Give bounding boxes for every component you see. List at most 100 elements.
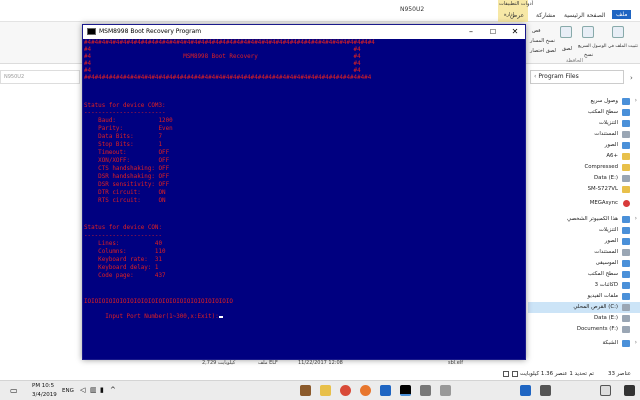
app-icon-generic[interactable] [420,385,431,396]
app-icon-explorer[interactable] [320,385,331,396]
taskbar: PM 10:5 3/4/2019 ▭ ENG ◁ ▥ ▮ ^ [0,380,640,400]
pin-quick-access-button[interactable]: تثبيت الملف في الوصول السريع [578,44,638,49]
app-icon-mail[interactable] [540,385,551,396]
copy-button[interactable]: نسخ [584,52,593,58]
network-tray-icon[interactable]: ▥ [90,386,97,394]
nav-item-a6plus[interactable]: A6+ [528,151,640,162]
context-tab-label: أدوات التطبيقات [499,1,534,7]
task-view-icon[interactable] [600,385,611,396]
tab-file[interactable]: ملف [612,10,632,19]
notification-icon[interactable]: ▭ [10,386,18,395]
nav-item-sm-s727vl[interactable]: SM-S727VL [528,184,640,195]
language-indicator[interactable]: ENG [62,388,74,394]
nav-item-compressed[interactable]: Compressed [528,162,640,173]
drive-icon [622,326,630,333]
battery-icon[interactable]: ▮ [100,386,104,394]
console-line: Keyboard rate: 31 [84,257,163,263]
console-line: XON/XOFF: OFF [84,158,170,164]
nav-item-desktop[interactable]: سطح المكتب [528,107,640,118]
nav-item-this-pc[interactable]: هذا الكمبيوتر الشخصي › [528,214,640,225]
nav-item-documents-2[interactable]: المستندات [528,247,640,258]
console-window[interactable]: MSM8998 Boot Recovery Program – ☐ ✕ #4#4… [82,24,526,360]
app-icon-firefox[interactable] [360,385,371,396]
app-icon-console[interactable] [400,385,411,396]
chevron-icon[interactable]: › [635,215,637,222]
console-prompt-line[interactable]: Input Port Number(1~300,x:Exit): [84,307,223,328]
nav-item-downloads[interactable]: التنزيلات [528,118,640,129]
clock-time[interactable]: PM 10:5 [32,383,54,389]
clock-date[interactable]: 3/4/2019 [32,392,57,398]
close-icon[interactable]: ✕ [507,26,523,38]
console-output[interactable]: #4#4#4#4#4#4#4#4#4#4#4#4#4#4#4#4#4#4#4#4… [83,39,525,359]
chevron-icon[interactable]: › [635,339,637,346]
console-title: MSM8998 Boot Recovery Program [99,28,202,35]
console-line: ##4#4#4#4#4#4#4#4#4#4#4#4#4#4#4#4#4#4#4#… [84,75,372,81]
nav-item-label: المستندات [594,249,618,255]
copy-icon[interactable] [582,26,594,38]
nav-item-pictures[interactable]: الصور [528,140,640,151]
nav-item-quick-access[interactable]: وصول سريع › [528,96,640,107]
clipboard-group-label: الحافظة [566,58,583,64]
console-line: Data Bits: 7 [84,134,163,140]
nav-item-label: A6+ [606,153,618,159]
app-icon-paint[interactable] [300,385,311,396]
nav-item-network[interactable]: الشبكة › [528,338,640,349]
pin-icon[interactable] [612,26,624,38]
maximize-icon[interactable]: ☐ [485,26,501,38]
nav-item-label: MEGAsync [589,200,618,206]
console-line: Timeout: OFF [84,150,170,156]
console-line: RTS circuit: ON [84,198,166,204]
nav-item-data-e-2[interactable]: Data (E:) [528,313,640,324]
volume-icon[interactable]: ◁ [80,386,85,394]
paste-icon[interactable] [560,26,572,38]
nav-item-documents[interactable]: المستندات [528,129,640,140]
tab-home[interactable]: الصفحة الرئيسية [564,12,605,19]
nav-item-label: التنزيلات [598,120,618,126]
chevron-icon[interactable]: › [635,97,637,104]
desktop-icon [622,271,630,278]
app-icon-generic-2[interactable] [440,385,451,396]
start-windows-icon[interactable] [624,385,635,396]
nav-item-videos[interactable]: ملفات الفيديو [528,291,640,302]
minimize-icon[interactable]: – [463,26,479,38]
paste-button[interactable]: لصق [562,46,572,52]
nav-item-label: المستندات [594,131,618,137]
large-icons-view-icon[interactable] [503,371,509,377]
nav-item-music[interactable]: الموسيقى [528,258,640,269]
nav-arrows-icon[interactable]: › [630,74,633,82]
status-bar: تم تحديد 1 عنصر 1.36 كيلوبايت 33 عناصر [0,368,640,380]
nav-item-3d-objects[interactable]: كائنات 3D [528,280,640,291]
console-line: Status for device CON: [84,225,163,231]
pc-icon [622,216,630,223]
navigation-pane: وصول سريع › سطح المكتب التنزيلات المستند… [528,92,640,382]
nav-item-data-e[interactable]: Data (E:) [528,173,640,184]
address-bar[interactable]: ‹ Program Files [530,70,624,84]
text-cursor [218,316,223,318]
nav-item-megasync[interactable]: MEGAsync [528,198,640,209]
console-line: Code page: 437 [84,273,166,279]
nav-item-desktop-2[interactable]: سطح المكتب [528,269,640,280]
copy-path-button[interactable]: نسخ المسار [530,38,555,44]
tab-share[interactable]: مشاركة [536,12,555,19]
tab-view[interactable]: عرض [510,12,524,19]
nav-item-local-disk-c[interactable]: القرص المحلي (C:) [528,302,640,313]
documents-icon [622,131,630,138]
app-icon-teamviewer[interactable] [380,385,391,396]
documents-icon [622,249,630,256]
paste-shortcut-button[interactable]: لصق اختصار [530,48,556,54]
drive-icon [622,315,630,322]
console-line: Stop Bits: 1 [84,142,163,148]
search-box[interactable]: N950U2 [0,70,80,84]
app-icon-store[interactable] [520,385,531,396]
nav-item-downloads-2[interactable]: التنزيلات [528,225,640,236]
app-icon-chrome[interactable] [340,385,351,396]
console-titlebar[interactable]: MSM8998 Boot Recovery Program – ☐ ✕ [83,25,525,39]
chevron-up-icon[interactable]: ^ [110,386,116,394]
console-line: Status for device COM3: [84,103,166,109]
nav-item-label: سطح المكتب [587,109,618,115]
console-line: Keyboard delay: 1 [84,265,159,271]
details-view-icon[interactable] [512,371,518,377]
nav-item-pictures-2[interactable]: الصور [528,236,640,247]
cut-button[interactable]: قص [532,28,541,34]
nav-item-documents-f[interactable]: Documents (F:) [528,324,640,335]
